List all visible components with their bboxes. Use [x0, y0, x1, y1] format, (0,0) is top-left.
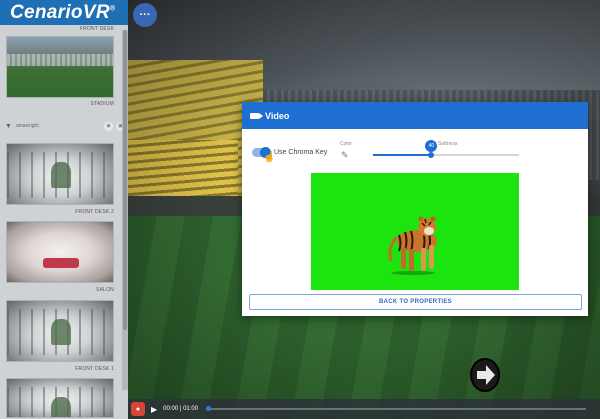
scene-sidebar: CenarioVR® FRONT DESK STADIUM ▼ amswrigh…: [0, 0, 128, 419]
chroma-key-label: Use Chroma Key: [274, 149, 328, 156]
back-to-properties-button[interactable]: BACK TO PROPERTIES: [249, 294, 582, 310]
scene-thumb-front-desk-1[interactable]: [6, 300, 114, 362]
eye-icon[interactable]: ◉: [104, 121, 113, 131]
chroma-key-row: ☝ Use Chroma Key Color ✎ Softness 40: [252, 140, 582, 164]
logo-bar: CenarioVR®: [0, 0, 128, 25]
location-pin-icon: ▼: [5, 122, 12, 130]
softness-value-bubble: 40: [425, 140, 438, 152]
scene-thumb-front-desk-2[interactable]: [6, 143, 114, 205]
sidebar-scrollbar[interactable]: [122, 30, 128, 390]
scene-thumb-next[interactable]: [6, 378, 114, 418]
scene-caption-salon: SALON: [96, 287, 114, 293]
audio-player: ● ▶ 00:00 | 01:00: [128, 399, 600, 419]
progress-knob[interactable]: [206, 406, 212, 411]
panel-header: Video: [242, 102, 588, 129]
softness-slider-knob[interactable]: [428, 152, 435, 158]
scene-caption-front-desk: FRONT DESK: [79, 26, 114, 32]
progress-bar[interactable]: [206, 406, 587, 411]
video-properties-panel: Video ☝ Use Chroma Key Color ✎ Softness …: [242, 102, 588, 316]
scene-caption-stadium: STADIUM: [90, 101, 114, 107]
panel-title: Video: [265, 110, 290, 121]
microphone-icon: ●: [135, 405, 141, 413]
scene-thumb-stadium[interactable]: [6, 36, 114, 98]
tiger-image: [388, 216, 437, 275]
time-readout: 00:00 | 01:00: [163, 406, 199, 412]
eyedropper-icon[interactable]: ✎: [341, 150, 349, 161]
color-label: Color: [340, 141, 352, 147]
navigation-arrow-icon[interactable]: [470, 358, 500, 392]
menu-button[interactable]: ···: [133, 3, 157, 27]
video-camera-icon: [250, 112, 263, 119]
scene-user-row: ▼ amswright ◉ ▣: [0, 118, 128, 134]
scene-thumb-salon[interactable]: [6, 221, 114, 283]
more-icon: ···: [139, 9, 151, 21]
scene-caption-front-desk-2: FRONT DESK 2: [75, 209, 114, 215]
user-name: amswright: [15, 123, 39, 129]
softness-label: Softness: [438, 141, 458, 147]
softness-slider[interactable]: 40: [373, 140, 519, 158]
softness-slider-fill: [373, 154, 432, 156]
play-icon[interactable]: ▶: [151, 405, 157, 414]
record-button[interactable]: ●: [131, 402, 145, 416]
scene-caption-front-desk-1: FRONT DESK 1: [75, 366, 114, 372]
video-preview[interactable]: [311, 173, 519, 290]
app-logo[interactable]: CenarioVR®: [10, 2, 115, 24]
